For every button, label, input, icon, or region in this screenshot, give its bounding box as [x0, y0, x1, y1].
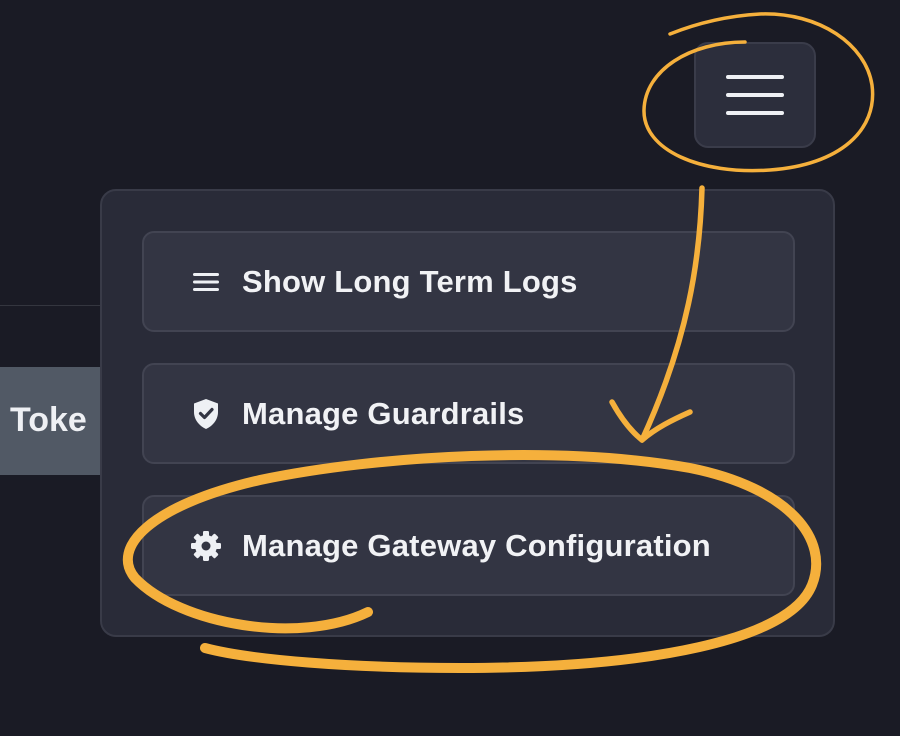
tab-tokens-label: Toke [10, 400, 87, 439]
gear-icon [188, 528, 224, 564]
menu-item-label: Show Long Term Logs [242, 263, 578, 299]
menu-item-label: Manage Guardrails [242, 395, 525, 431]
menu-item-manage-guardrails[interactable]: Manage Guardrails [142, 363, 795, 464]
header-divider [0, 305, 102, 306]
shield-check-icon [188, 396, 224, 432]
hamburger-menu-icon [726, 75, 784, 115]
menu-item-show-long-term-logs[interactable]: Show Long Term Logs [142, 231, 795, 332]
menu-toggle-button[interactable] [694, 42, 816, 148]
menu-item-label: Manage Gateway Configuration [242, 527, 711, 563]
actions-dropdown-menu: Show Long Term Logs Manage Guardrails Ma… [100, 189, 835, 637]
menu-item-manage-gateway-configuration[interactable]: Manage Gateway Configuration [142, 495, 795, 596]
list-icon [188, 264, 224, 300]
app-stage: Toke Show Long Term Logs Manage Guardrai… [0, 0, 900, 736]
tab-tokens[interactable]: Toke [0, 367, 102, 475]
